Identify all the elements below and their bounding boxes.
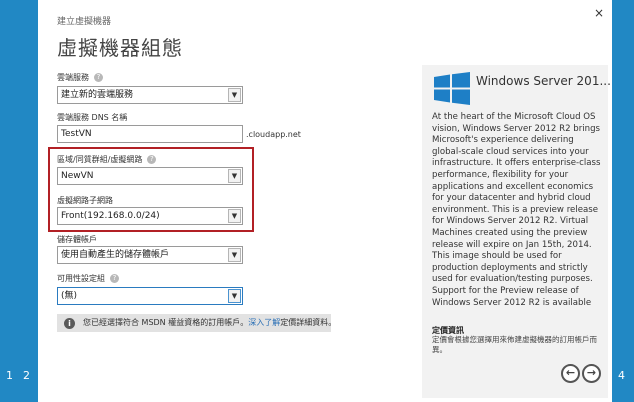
region-select[interactable]: NewVN ▼ bbox=[57, 167, 243, 185]
wizard-left-rail bbox=[0, 0, 38, 402]
next-button[interactable]: → bbox=[582, 364, 601, 383]
image-description: At the heart of the Microsoft Cloud OS v… bbox=[432, 112, 601, 308]
region-label: 區域/同質群組/虛擬網路? bbox=[57, 154, 157, 165]
availability-label: 可用性設定組? bbox=[57, 273, 119, 284]
pricing-description: 定價會根據您選擇用來佈建虛擬機器的訂用帳戶而異。 bbox=[432, 335, 597, 354]
cloud-service-label: 雲端服務? bbox=[57, 72, 103, 83]
chevron-down-icon[interactable]: ▼ bbox=[228, 169, 241, 183]
chevron-down-icon[interactable]: ▼ bbox=[228, 248, 241, 262]
close-icon[interactable]: × bbox=[592, 6, 606, 20]
wizard-right-rail bbox=[612, 0, 634, 402]
question-circle-icon[interactable]: ? bbox=[110, 274, 119, 283]
chevron-down-icon[interactable]: ▼ bbox=[228, 209, 241, 223]
chevron-down-icon[interactable]: ▼ bbox=[228, 88, 241, 102]
back-button[interactable]: ← bbox=[561, 364, 580, 383]
chevron-down-icon[interactable]: ▼ bbox=[228, 289, 241, 303]
subnet-select[interactable]: Front(192.168.0.0/24) ▼ bbox=[57, 207, 243, 225]
info-circle-icon: i bbox=[64, 318, 75, 329]
wizard-step-2[interactable]: 2 bbox=[23, 370, 30, 382]
info-bar: i 您已經選擇符合 MSDN 權益資格的訂用帳戶。深入了解定價詳細資料。 bbox=[57, 314, 336, 332]
availability-select[interactable]: (無) ▼ bbox=[57, 287, 243, 305]
wizard-step-4[interactable]: 4 bbox=[618, 370, 625, 382]
storage-select[interactable]: 使用自動產生的儲存體帳戶 ▼ bbox=[57, 246, 243, 264]
dns-name-input[interactable]: TestVN bbox=[57, 125, 243, 143]
page-title: 虛擬機器組態 bbox=[57, 36, 183, 60]
storage-label: 儲存體帳戶 bbox=[57, 235, 97, 244]
image-title: Windows Server 201... bbox=[476, 74, 611, 88]
learn-more-link[interactable]: 深入了解 bbox=[248, 318, 280, 327]
question-circle-icon[interactable]: ? bbox=[147, 155, 157, 164]
dns-suffix: .cloudapp.net bbox=[246, 130, 301, 139]
cloud-service-select[interactable]: 建立新的雲端服務 ▼ bbox=[57, 86, 243, 104]
question-circle-icon[interactable]: ? bbox=[94, 73, 103, 82]
dns-name-label: 雲端服務 DNS 名稱 bbox=[57, 113, 128, 122]
subnet-label: 虛擬網路子網路 bbox=[57, 196, 113, 205]
breadcrumb: 建立虛擬機器 bbox=[57, 17, 112, 27]
windows-logo-icon bbox=[434, 72, 470, 105]
wizard-step-1[interactable]: 1 bbox=[6, 370, 13, 382]
